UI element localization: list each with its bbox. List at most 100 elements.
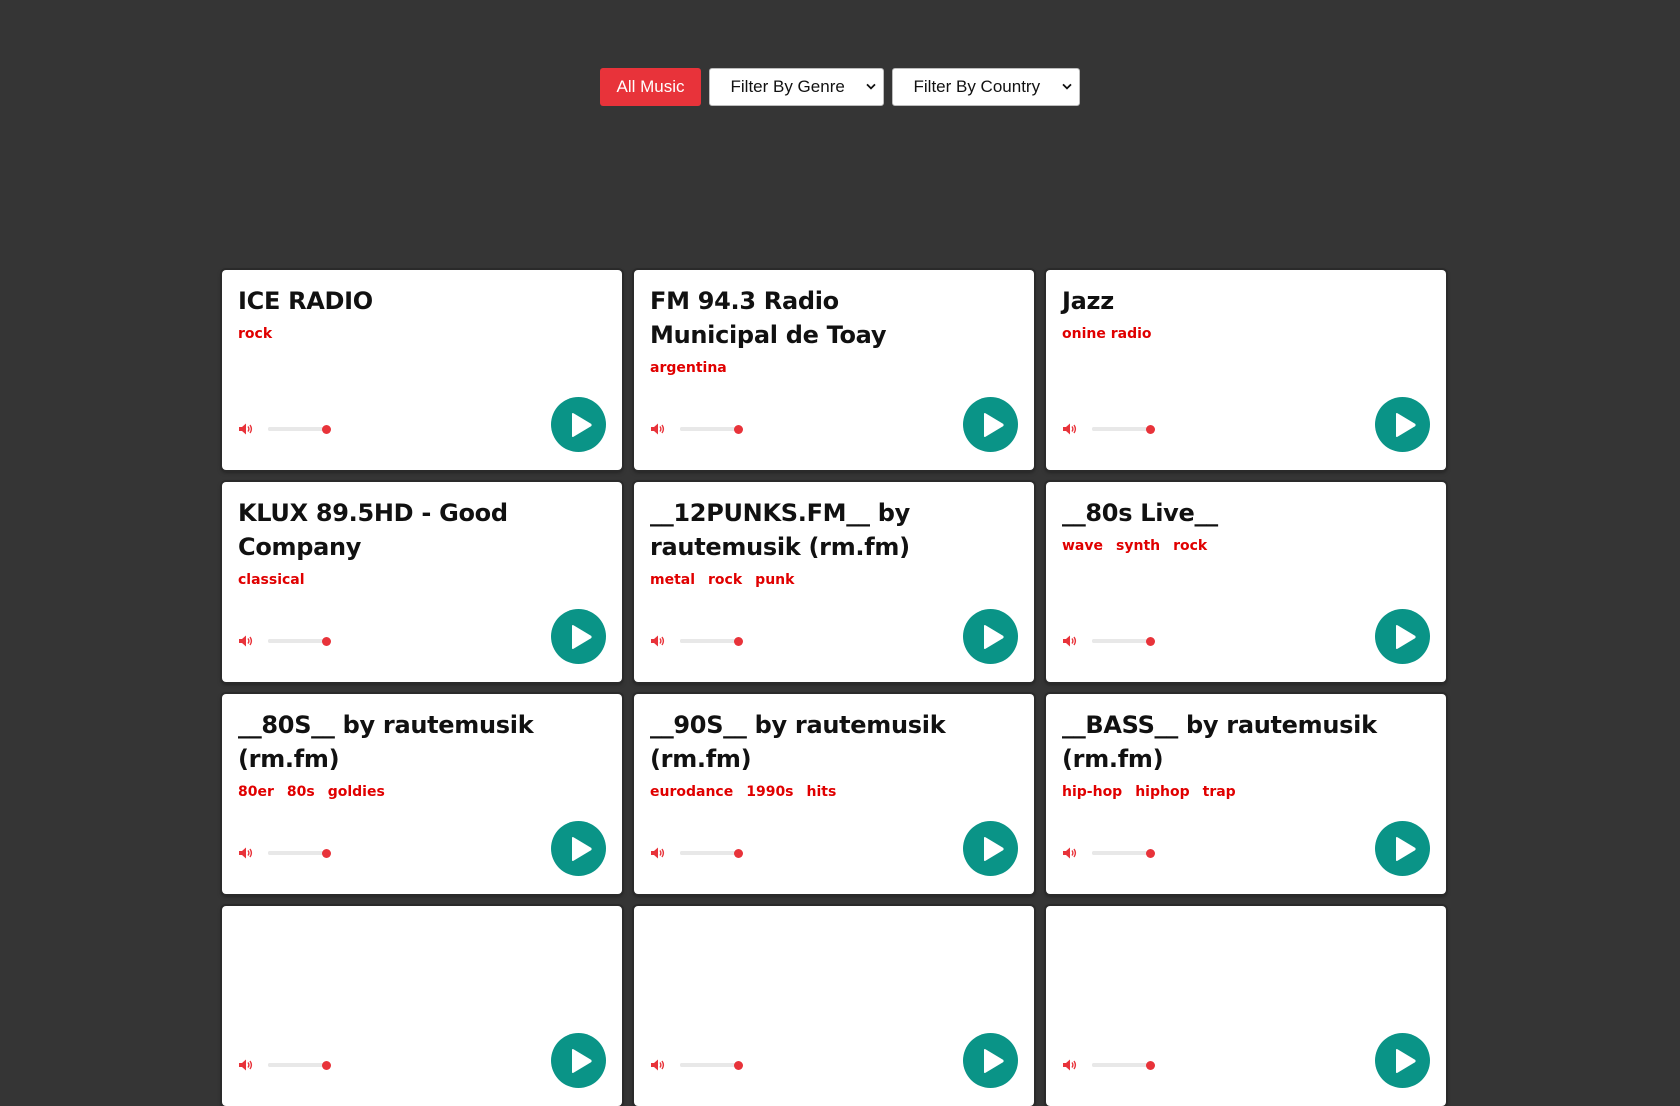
play-icon xyxy=(1395,1048,1416,1073)
volume-slider[interactable] xyxy=(1092,848,1155,858)
station-card xyxy=(1046,906,1446,1106)
play-button[interactable] xyxy=(1375,609,1430,664)
volume-icon[interactable] xyxy=(650,634,666,648)
station-tag[interactable]: goldies xyxy=(328,784,385,800)
country-filter-select[interactable]: Filter By Country xyxy=(891,68,1080,106)
station-tag[interactable]: classical xyxy=(238,572,305,588)
volume-slider-thumb[interactable] xyxy=(734,424,743,434)
play-button[interactable] xyxy=(963,397,1018,452)
volume-icon[interactable] xyxy=(238,846,254,860)
station-tag[interactable]: punk xyxy=(755,572,794,588)
volume-control xyxy=(650,846,743,860)
all-music-button[interactable]: All Music xyxy=(600,68,701,106)
volume-icon[interactable] xyxy=(1062,422,1078,436)
filter-controls: All Music Filter By Genre Filter By Coun… xyxy=(600,68,1080,106)
volume-slider-track xyxy=(1092,639,1150,643)
volume-icon[interactable] xyxy=(1062,634,1078,648)
station-card xyxy=(634,906,1034,1106)
station-title: Jazz xyxy=(1062,287,1114,315)
volume-slider[interactable] xyxy=(680,636,743,646)
volume-icon[interactable] xyxy=(650,1058,666,1072)
play-button[interactable] xyxy=(963,609,1018,664)
volume-slider-thumb[interactable] xyxy=(322,1060,331,1070)
play-button[interactable] xyxy=(551,609,606,664)
volume-icon[interactable] xyxy=(1062,846,1078,860)
station-title: __80s Live__ xyxy=(1062,499,1218,527)
volume-slider-thumb[interactable] xyxy=(322,636,331,646)
station-tag[interactable]: 80er xyxy=(238,784,274,800)
station-card: FM 94.3 Radio Municipal de Toay argentina xyxy=(634,270,1034,470)
volume-slider[interactable] xyxy=(268,636,331,646)
volume-slider[interactable] xyxy=(268,424,331,434)
station-tag[interactable]: onine radio xyxy=(1062,326,1152,342)
play-button[interactable] xyxy=(551,397,606,452)
volume-slider-track xyxy=(268,639,326,643)
station-tag[interactable]: hip-hop xyxy=(1062,784,1122,800)
station-tag[interactable]: hits xyxy=(807,784,837,800)
volume-slider-thumb[interactable] xyxy=(734,636,743,646)
station-title: KLUX 89.5HD - Good Company xyxy=(238,499,508,561)
volume-slider-thumb[interactable] xyxy=(322,848,331,858)
volume-slider-track xyxy=(268,427,326,431)
volume-icon[interactable] xyxy=(650,846,666,860)
station-grid: ICE RADIO rock FM 94.3 Radio Municipal de … xyxy=(222,270,1446,1106)
volume-slider[interactable] xyxy=(680,848,743,858)
station-tag[interactable]: eurodance xyxy=(650,784,733,800)
play-icon xyxy=(983,624,1004,649)
genre-filter-select[interactable]: Filter By Genre xyxy=(708,68,884,106)
volume-control xyxy=(650,1058,743,1072)
volume-icon[interactable] xyxy=(650,422,666,436)
play-button[interactable] xyxy=(1375,1033,1430,1088)
volume-slider[interactable] xyxy=(1092,424,1155,434)
play-button[interactable] xyxy=(551,821,606,876)
play-button[interactable] xyxy=(963,1033,1018,1088)
station-card xyxy=(222,906,622,1106)
play-icon xyxy=(571,1048,592,1073)
play-icon xyxy=(983,1048,1004,1073)
station-tag[interactable]: trap xyxy=(1203,784,1236,800)
volume-slider[interactable] xyxy=(268,1060,331,1070)
play-icon xyxy=(571,624,592,649)
station-tag[interactable]: rock xyxy=(1173,538,1207,554)
station-tag[interactable]: synth xyxy=(1116,538,1160,554)
play-button[interactable] xyxy=(963,821,1018,876)
volume-slider-thumb[interactable] xyxy=(734,848,743,858)
volume-slider-thumb[interactable] xyxy=(1146,1060,1155,1070)
station-tag[interactable]: 1990s xyxy=(746,784,793,800)
volume-slider-thumb[interactable] xyxy=(734,1060,743,1070)
station-tag[interactable]: metal xyxy=(650,572,695,588)
station-title: FM 94.3 Radio Municipal de Toay xyxy=(650,287,887,349)
station-title: ICE RADIO xyxy=(238,287,373,315)
station-tag[interactable]: argentina xyxy=(650,360,727,376)
play-icon xyxy=(983,836,1004,861)
play-icon xyxy=(1395,624,1416,649)
volume-slider[interactable] xyxy=(1092,636,1155,646)
country-filter-label: Filter By Country xyxy=(913,77,1041,96)
volume-slider-track xyxy=(680,639,738,643)
volume-icon[interactable] xyxy=(238,634,254,648)
play-button[interactable] xyxy=(1375,397,1430,452)
play-icon xyxy=(1395,412,1416,437)
volume-slider-thumb[interactable] xyxy=(1146,424,1155,434)
volume-icon[interactable] xyxy=(238,422,254,436)
volume-slider-track xyxy=(680,1063,738,1067)
station-tag[interactable]: hiphop xyxy=(1135,784,1189,800)
volume-slider[interactable] xyxy=(680,1060,743,1070)
station-card: KLUX 89.5HD - Good Company classical xyxy=(222,482,622,682)
station-tag[interactable]: rock xyxy=(238,326,272,342)
station-tag[interactable]: wave xyxy=(1062,538,1103,554)
play-button[interactable] xyxy=(1375,821,1430,876)
volume-slider[interactable] xyxy=(1092,1060,1155,1070)
volume-slider-thumb[interactable] xyxy=(1146,636,1155,646)
volume-icon[interactable] xyxy=(238,1058,254,1072)
volume-icon[interactable] xyxy=(1062,1058,1078,1072)
volume-slider[interactable] xyxy=(268,848,331,858)
station-tag[interactable]: rock xyxy=(708,572,742,588)
volume-slider-thumb[interactable] xyxy=(322,424,331,434)
volume-slider-track xyxy=(268,851,326,855)
play-button[interactable] xyxy=(551,1033,606,1088)
volume-slider-thumb[interactable] xyxy=(1146,848,1155,858)
station-tag[interactable]: 80s xyxy=(287,784,315,800)
volume-slider[interactable] xyxy=(680,424,743,434)
station-title: __12PUNKS.FM__ by rautemusik (rm.fm) xyxy=(650,499,910,561)
